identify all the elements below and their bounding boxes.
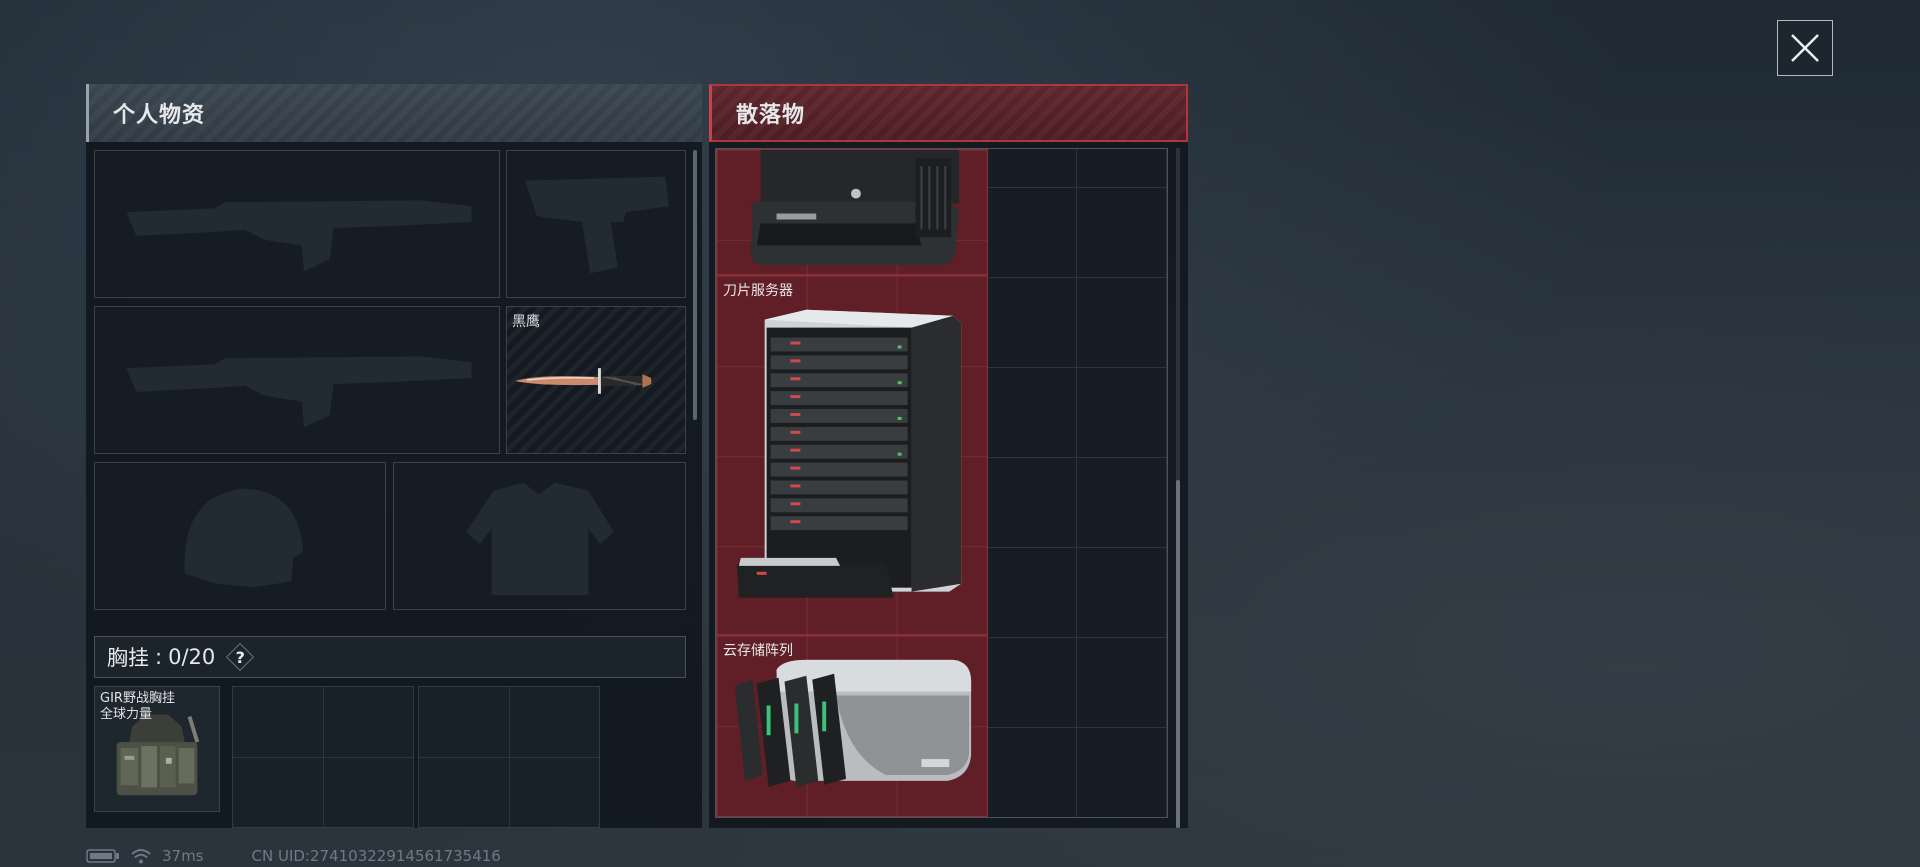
chest-rig-item-subtitle: 全球力量	[100, 707, 153, 722]
chest-rig-label: 胸挂	[107, 646, 149, 670]
loose-items-header: 散落物	[709, 84, 1188, 142]
helmet-silhouette-icon	[184, 488, 304, 588]
chest-rig-separator: :	[155, 645, 163, 669]
chest-rig-empty-slot-1[interactable]	[232, 686, 414, 828]
personal-supplies-title: 个人物资	[113, 103, 206, 128]
blade-server-icon	[736, 309, 962, 598]
armor-vest-silhouette-icon	[466, 482, 614, 596]
rifle-silhouette-icon	[126, 200, 472, 272]
loose-items-title: 散落物	[736, 103, 806, 128]
personal-supplies-header: 个人物资	[86, 84, 702, 142]
ping-readout: 37ms	[162, 847, 204, 865]
loot-item-partial[interactable]	[716, 149, 988, 275]
pistol-silhouette-icon	[524, 176, 669, 274]
chest-rig-bar: 胸挂 : 0/20 ?	[94, 636, 686, 678]
personal-scrollbar[interactable]	[693, 150, 697, 420]
melee-slot[interactable]: 黑鹰	[506, 306, 686, 454]
body-armor-slot[interactable]	[393, 462, 686, 610]
chest-rig-item-slot[interactable]: GIR野战胸挂 全球力量	[94, 686, 220, 812]
loot-item-blade-server[interactable]: 刀片服务器	[716, 275, 988, 635]
device-icon	[750, 150, 960, 266]
storage-array-icon	[734, 659, 972, 787]
help-icon[interactable]: ?	[227, 644, 253, 670]
chest-rig-empty-slot-2[interactable]	[418, 686, 600, 828]
helmet-slot[interactable]	[94, 462, 386, 610]
loot-scrollbar[interactable]	[1176, 480, 1180, 828]
wifi-icon	[131, 849, 151, 864]
battery-icon	[86, 849, 119, 863]
knife-icon	[515, 368, 652, 394]
primary-weapon-slot-2[interactable]	[94, 306, 500, 454]
primary-weapon-slot-1[interactable]	[94, 150, 500, 298]
rifle-silhouette-icon	[126, 356, 472, 428]
sidearm-slot[interactable]	[506, 150, 686, 298]
chest-rig-capacity: 0/20	[168, 645, 216, 669]
loot-item-cloud-storage-array[interactable]: 云存储阵列	[716, 635, 988, 817]
help-icon-glyph: ?	[235, 647, 245, 667]
status-footer: 37ms CN UID:27410322914561735416	[86, 846, 501, 866]
close-icon	[1791, 34, 1819, 62]
chest-rig-item-name: GIR野战胸挂	[100, 691, 175, 706]
user-uid: CN UID:27410322914561735416	[251, 847, 501, 865]
close-button[interactable]	[1777, 20, 1833, 76]
